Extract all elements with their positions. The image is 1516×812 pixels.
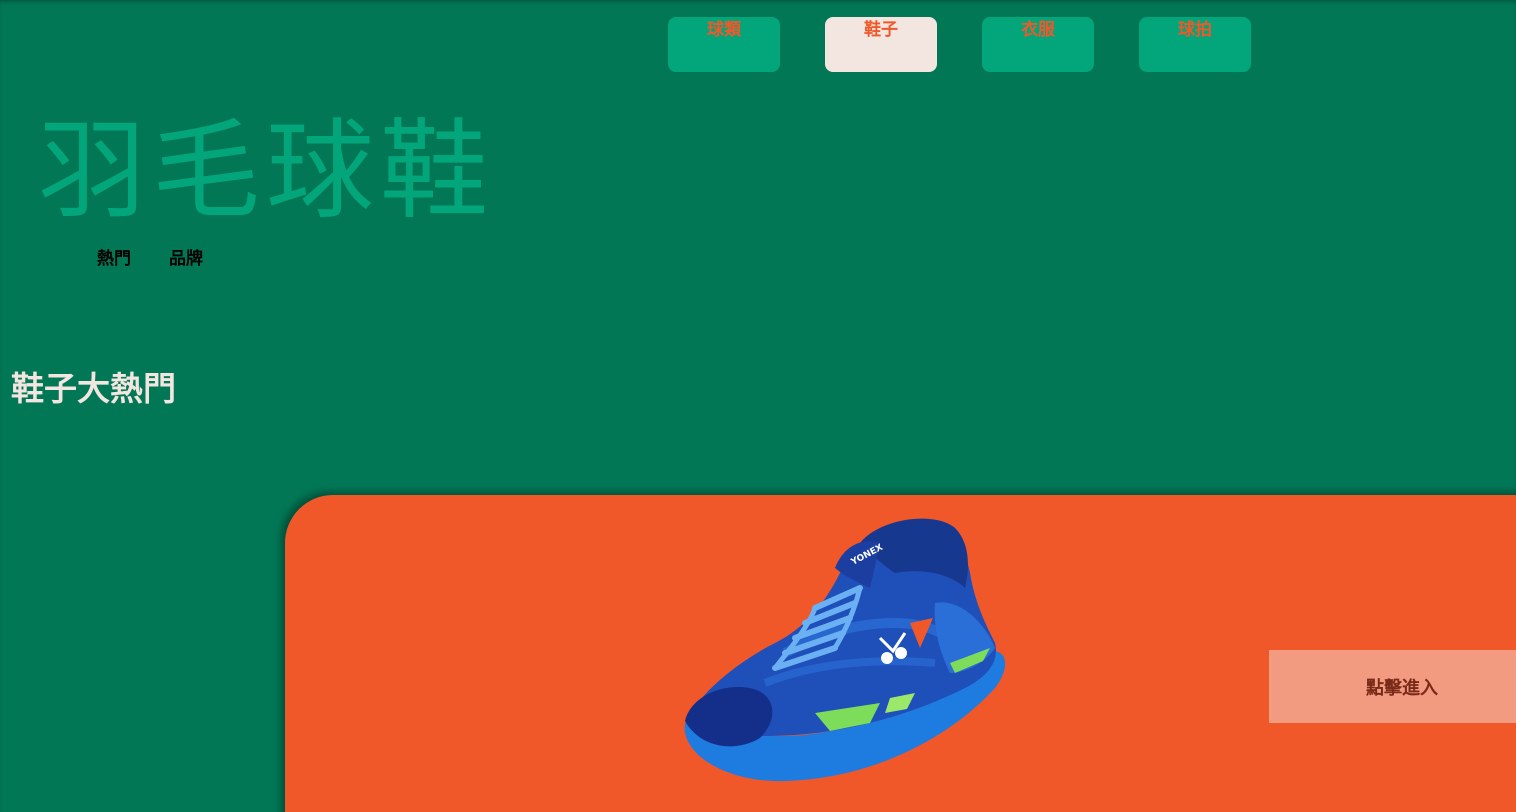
nav-tab-rackets[interactable]: 球拍: [1139, 17, 1251, 72]
sub-nav: 熱門 品牌: [97, 248, 203, 270]
page: 球類 鞋子 衣服 球拍 羽毛球鞋 熱門 品牌 鞋子大熱門 YONEX 點擊進入: [0, 0, 1516, 812]
subnav-hot-link[interactable]: 熱門: [97, 248, 131, 270]
nav-tab-balls[interactable]: 球類: [668, 17, 780, 72]
badminton-shoe-image: YONEX: [684, 518, 1006, 782]
featured-product-card: YONEX 點擊進入: [285, 495, 1516, 812]
section-title: 鞋子大熱門: [11, 369, 176, 408]
enter-button[interactable]: 點擊進入: [1269, 650, 1516, 723]
hero-title: 羽毛球鞋: [38, 109, 495, 234]
subnav-brand-link[interactable]: 品牌: [169, 248, 203, 270]
nav-tab-clothes[interactable]: 衣服: [982, 17, 1094, 72]
nav-tab-shoes[interactable]: 鞋子: [825, 17, 937, 72]
top-nav: 球類 鞋子 衣服 球拍: [668, 17, 1251, 72]
